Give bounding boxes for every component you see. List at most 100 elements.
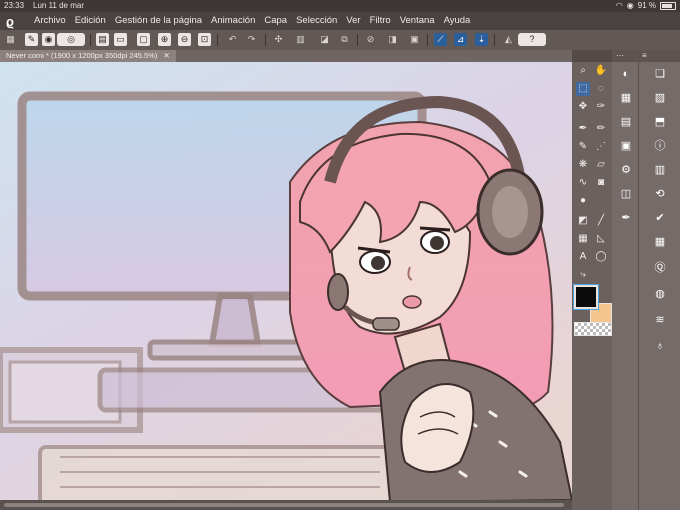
menu-gestion-pagina[interactable]: Gestión de la página (115, 12, 202, 30)
tool-palette-header (572, 50, 612, 62)
wifi-icon: ◠ (615, 1, 623, 10)
pen-icon[interactable]: ✒ (576, 122, 590, 136)
auto-action-icon[interactable]: ✔ (652, 210, 668, 226)
ruler-icon[interactable]: ⟋ (434, 33, 447, 46)
brush-icon[interactable]: ✎ (576, 140, 590, 154)
flip-icon[interactable]: ◨ (386, 33, 399, 46)
artwork (0, 62, 572, 500)
hand-icon[interactable]: ✋ (594, 64, 608, 78)
menu-capa[interactable]: Capa (264, 12, 287, 30)
battery-icon (660, 2, 676, 10)
document-tab[interactable]: Never comi * (1900 x 1200px 350dpi 245.5… (0, 50, 176, 62)
animation-icon[interactable]: ▦ (652, 234, 668, 250)
swirl-icon[interactable]: ◍ (652, 286, 668, 302)
menu-bar: ϱ Archivo Edición Gestión de la página A… (0, 12, 680, 30)
new-file-icon[interactable]: ▤ (96, 33, 109, 46)
collapse-icon: ⋯ (616, 51, 624, 60)
fill-icon[interactable]: ◙ (594, 176, 608, 190)
fill-icon[interactable]: ◪ (318, 33, 331, 46)
pencil-icon[interactable]: ✏ (594, 122, 608, 136)
menu-icon: ≡ (642, 51, 647, 60)
figure-icon[interactable]: ╱ (594, 214, 608, 228)
zoom-in-icon[interactable]: ⊕ (158, 33, 171, 46)
timeline-icon[interactable]: ▥ (652, 162, 668, 178)
grid-icon[interactable]: ▦ (4, 33, 17, 46)
navigator-icon[interactable]: ▣ (618, 138, 634, 154)
menu-ver[interactable]: Ver (346, 12, 360, 30)
history-icon[interactable]: ⟲ (652, 186, 668, 202)
line-correction-icon[interactable]: ⤷ (576, 268, 590, 282)
select-icon[interactable]: ⧉ (338, 33, 351, 46)
menu-archivo[interactable]: Archivo (34, 12, 66, 30)
eraser-icon[interactable]: ▱ (594, 158, 608, 172)
blend-icon[interactable]: ∿ (576, 176, 590, 190)
decoration-icon[interactable]: ❋ (576, 158, 590, 172)
menu-filtro[interactable]: Filtro (370, 12, 391, 30)
menu-seleccion[interactable]: Selección (296, 12, 337, 30)
lightbulb-icon[interactable]: ♁ (652, 338, 668, 354)
menu-ayuda[interactable]: Ayuda (444, 12, 471, 30)
help-button[interactable]: ? (518, 33, 546, 46)
close-icon[interactable]: ✕ (163, 51, 169, 60)
save-icon[interactable]: ▢ (137, 33, 150, 46)
image-icon[interactable]: ▨ (652, 90, 668, 106)
move-icon[interactable]: ⬚ (576, 82, 590, 96)
menu-ventana[interactable]: Ventana (400, 12, 435, 30)
menu-animacion[interactable]: Animación (211, 12, 255, 30)
gradient-icon[interactable]: ◩ (576, 214, 590, 228)
zoom-fit-icon[interactable]: ⊡ (198, 33, 211, 46)
invert-icon[interactable]: ▣ (408, 33, 421, 46)
clear-icon[interactable]: ⊘ (364, 33, 377, 46)
status-icons: ◠ ◉ 91 % (616, 0, 676, 12)
transparent-color-swatch[interactable] (574, 322, 612, 336)
color-wheel-icon[interactable]: ◐ (618, 66, 634, 82)
battery-label: 91 % (637, 1, 656, 10)
redo-icon[interactable]: ↷ (245, 33, 258, 46)
pen-nib-icon[interactable]: ✒ (618, 210, 634, 226)
horizontal-scrollbar[interactable] (0, 500, 572, 510)
airbrush-icon[interactable]: ⋰ (594, 140, 608, 154)
palette-dock-header: ⋯ ≡ (612, 50, 680, 62)
date: Lun 11 de mar (33, 1, 84, 10)
hat-icon[interactable]: ◭ (502, 33, 515, 46)
search-icon[interactable]: Ⓠ (652, 260, 668, 276)
ruler-icon[interactable]: ◺ (594, 232, 608, 246)
transform-icon[interactable]: ✣ (272, 33, 285, 46)
properties-icon[interactable]: ⚙ (618, 162, 634, 178)
tool-palette: ⌕ ✋ ⬚ ◌ ✥ ✑ ✒ ✏ ✎ ⋰ ❋ ▱ ∿ ◙ ● ◩ ╱ ▦ ◺ A … (572, 50, 612, 510)
scroll-thumb[interactable] (4, 503, 564, 507)
snap-icon[interactable]: ⊿ (454, 33, 467, 46)
droplet-icon[interactable]: ● (576, 194, 590, 208)
spiral-icon[interactable]: ◎ (57, 33, 85, 46)
palette-icon[interactable]: ▤ (618, 114, 634, 130)
balloon-icon[interactable]: ◯ (594, 250, 608, 264)
location-icon: ◉ (626, 1, 634, 10)
select-pen-icon[interactable]: ✥ (576, 100, 590, 114)
info-icon[interactable]: ⓘ (652, 138, 668, 154)
main-color-swatch[interactable] (574, 285, 598, 309)
app-logo[interactable]: ϱ (6, 13, 14, 31)
menu-edicion[interactable]: Edición (75, 12, 106, 30)
lasso-icon[interactable]: ◌ (594, 82, 608, 96)
text-icon[interactable]: A (576, 250, 590, 264)
undo-icon[interactable]: ↶ (226, 33, 239, 46)
command-bar: ▦ ✎ ◉ ◎ ▤ ▭ ▢ ⊕ ⊖ ⊡ ↶ ↷ ✣ ▥ ◪ ⧉ ⊘ ◨ ▣ ⟋ … (0, 30, 680, 50)
download-icon[interactable]: ⬒ (652, 114, 668, 130)
color-set-icon[interactable]: ▦ (618, 90, 634, 106)
drawing-canvas[interactable] (0, 62, 572, 500)
transform-alt-icon[interactable]: ▥ (294, 33, 307, 46)
new-icon[interactable]: ✎ (25, 33, 38, 46)
brush-size-icon[interactable]: ◉ (42, 33, 55, 46)
snap-alt-icon[interactable]: ⇣ (475, 33, 488, 46)
document-title: Never comi * (1900 x 1200px 350dpi 245.5… (6, 51, 158, 60)
material-icon[interactable]: ≋ (652, 312, 668, 328)
ios-status-bar: 23:33 Lun 11 de mar ◠ ◉ 91 % (0, 0, 680, 12)
eyedropper-icon[interactable]: ✑ (594, 100, 608, 114)
frame-icon[interactable]: ▦ (576, 232, 590, 246)
zoom-out-icon[interactable]: ⊖ (178, 33, 191, 46)
open-file-icon[interactable]: ▭ (114, 33, 127, 46)
zoom-icon[interactable]: ⌕ (576, 64, 590, 78)
sub-view-icon[interactable]: ◫ (618, 186, 634, 202)
clock: 23:33 (4, 1, 25, 10)
layer-icon[interactable]: ❏ (652, 66, 668, 82)
